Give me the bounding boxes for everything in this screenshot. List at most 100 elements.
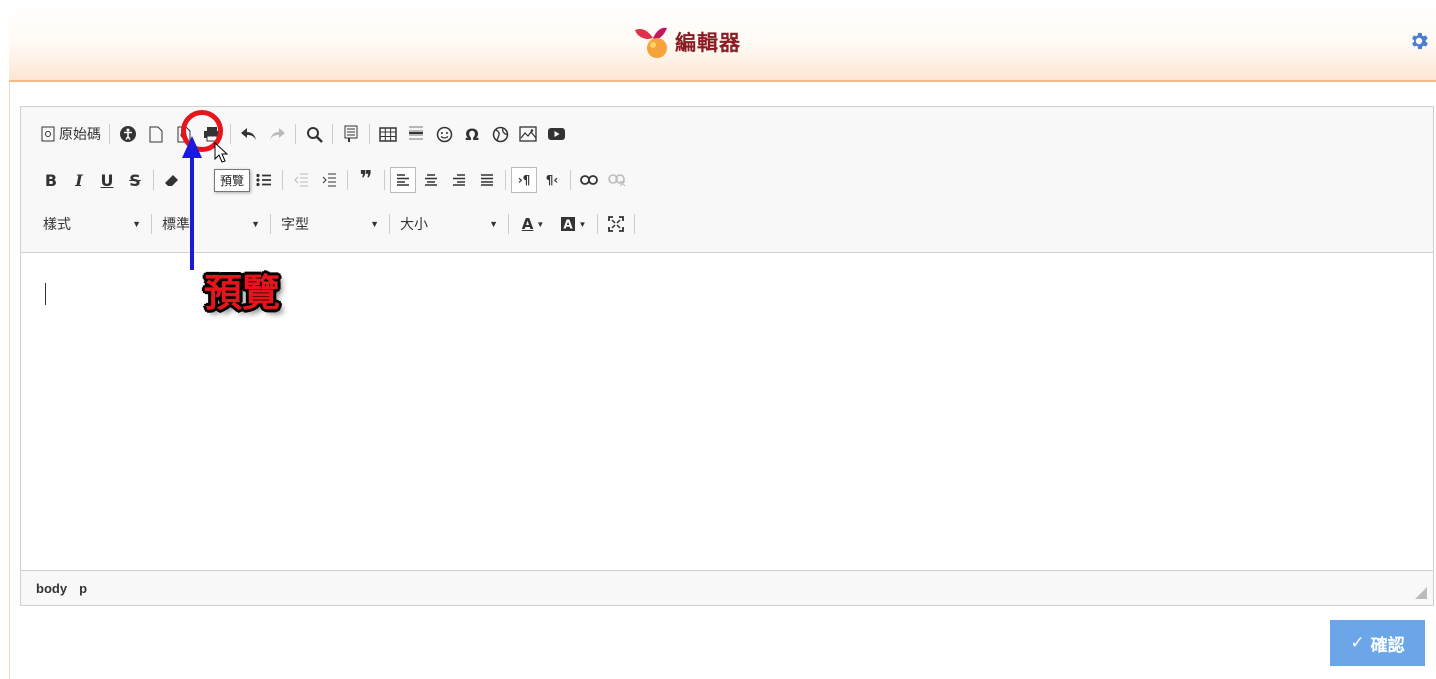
table-icon (379, 126, 397, 142)
link-icon (580, 175, 598, 185)
align-center-button[interactable] (418, 167, 444, 193)
ltr-icon: ›¶ (517, 173, 531, 187)
size-label: 大小 (400, 216, 428, 232)
toolbar-separator (570, 170, 571, 190)
text-caret (45, 283, 46, 305)
background-color-button[interactable]: A ▼ (554, 211, 592, 237)
toolbar-separator (270, 214, 271, 234)
undo-icon (241, 128, 256, 140)
accessibility-button[interactable] (115, 121, 141, 147)
image-icon (519, 126, 537, 142)
source-label: 原始碼 (59, 126, 101, 142)
video-button[interactable] (543, 121, 569, 147)
special-char-button[interactable]: Ω (459, 121, 485, 147)
path-item-body[interactable]: body (36, 581, 67, 596)
toolbar-separator (347, 170, 348, 190)
strikethrough-icon: S (129, 170, 141, 190)
check-icon: ✓ (1350, 633, 1365, 653)
bullet-list-button[interactable] (251, 167, 277, 193)
toolbar-separator (282, 170, 283, 190)
align-right-button[interactable] (446, 167, 472, 193)
outdent-button[interactable] (288, 167, 314, 193)
underline-button[interactable]: U (94, 167, 120, 193)
gear-icon[interactable] (1408, 30, 1430, 52)
align-left-button[interactable] (390, 167, 416, 193)
omega-icon: Ω (465, 124, 479, 144)
table-button[interactable] (375, 121, 401, 147)
resize-grip-icon[interactable] (1415, 587, 1427, 599)
toolbar-row-3: 樣式 ▼ 標準 ▼ 字型 ▼ 大小 ▼ A ▼ A ▼ (37, 209, 639, 239)
toolbar-separator (153, 170, 154, 190)
svg-text:A: A (563, 218, 573, 232)
styles-dropdown[interactable]: 樣式 ▼ (37, 211, 147, 237)
source-button[interactable]: 原始碼 (38, 121, 104, 147)
emoji-button[interactable] (431, 121, 457, 147)
toolbar-separator (597, 214, 598, 234)
font-label: 字型 (281, 216, 309, 232)
new-page-button[interactable] (143, 121, 169, 147)
text-color-button[interactable]: A ▼ (514, 211, 552, 237)
outdent-icon (294, 173, 308, 187)
path-item-p[interactable]: p (79, 581, 87, 596)
unlink-icon (608, 174, 626, 186)
left-edge (9, 80, 10, 679)
preview-tooltip: 預覽 (214, 169, 251, 192)
toolbar-separator (332, 124, 333, 144)
align-right-icon (453, 174, 465, 186)
template-button[interactable] (338, 121, 364, 147)
confirm-button[interactable]: ✓ 確認 (1330, 620, 1425, 666)
align-center-icon (425, 174, 437, 186)
mouse-cursor-icon (214, 142, 228, 163)
arrow-icon (182, 136, 202, 270)
unlink-button[interactable] (604, 167, 630, 193)
youtube-icon (547, 128, 565, 140)
caret-down-icon: ▼ (536, 219, 545, 229)
toolbar-row-2: B I U S ❞ ›¶ ¶‹ (37, 165, 631, 195)
italic-icon: I (75, 170, 83, 190)
font-dropdown[interactable]: 字型 ▼ (275, 211, 385, 237)
ltr-button[interactable]: ›¶ (511, 167, 537, 193)
page-title: 編輯器 (675, 31, 741, 55)
link-button[interactable] (576, 167, 602, 193)
toolbar-separator (508, 214, 509, 234)
bullet-list-icon (256, 173, 271, 187)
size-dropdown[interactable]: 大小 ▼ (394, 211, 504, 237)
text-color-icon: A (521, 215, 534, 233)
horizontal-rule-icon (409, 126, 423, 140)
justify-button[interactable] (474, 167, 500, 193)
toolbar-separator (389, 214, 390, 234)
find-button[interactable] (301, 121, 327, 147)
toolbar-separator (384, 170, 385, 190)
header-title-group: 編輯器 (633, 24, 741, 60)
strike-button[interactable]: S (122, 167, 148, 193)
redo-button[interactable] (264, 121, 290, 147)
toolbar-separator (369, 124, 370, 144)
underline-icon: U (100, 170, 114, 190)
rtl-button[interactable]: ¶‹ (539, 167, 565, 193)
rtl-icon: ¶‹ (545, 173, 559, 187)
globe-icon (492, 126, 508, 142)
toolbar-row-1: 原始碼 Ω (37, 119, 570, 149)
bold-icon: B (44, 170, 58, 190)
undo-button[interactable] (236, 121, 262, 147)
quote-icon: ❞ (359, 167, 373, 192)
globe-button[interactable] (487, 121, 513, 147)
background-color-icon: A (560, 217, 575, 232)
align-left-icon (397, 174, 409, 186)
toolbar-separator (505, 170, 506, 190)
maximize-button[interactable] (603, 211, 629, 237)
caret-down-icon: ▼ (132, 219, 141, 229)
annotation-label: 預覽 (204, 271, 281, 315)
element-path-bar: body p (21, 570, 1433, 605)
horizontal-rule-button[interactable] (403, 121, 429, 147)
italic-button[interactable]: I (66, 167, 92, 193)
template-icon (344, 125, 358, 142)
image-button[interactable] (515, 121, 541, 147)
indent-button[interactable] (316, 167, 342, 193)
caret-down-icon: ▼ (370, 219, 379, 229)
blockquote-button[interactable]: ❞ (353, 167, 379, 193)
maximize-icon (608, 216, 624, 232)
styles-label: 樣式 (43, 216, 71, 232)
caret-down-icon: ▼ (578, 219, 587, 229)
bold-button[interactable]: B (38, 167, 64, 193)
